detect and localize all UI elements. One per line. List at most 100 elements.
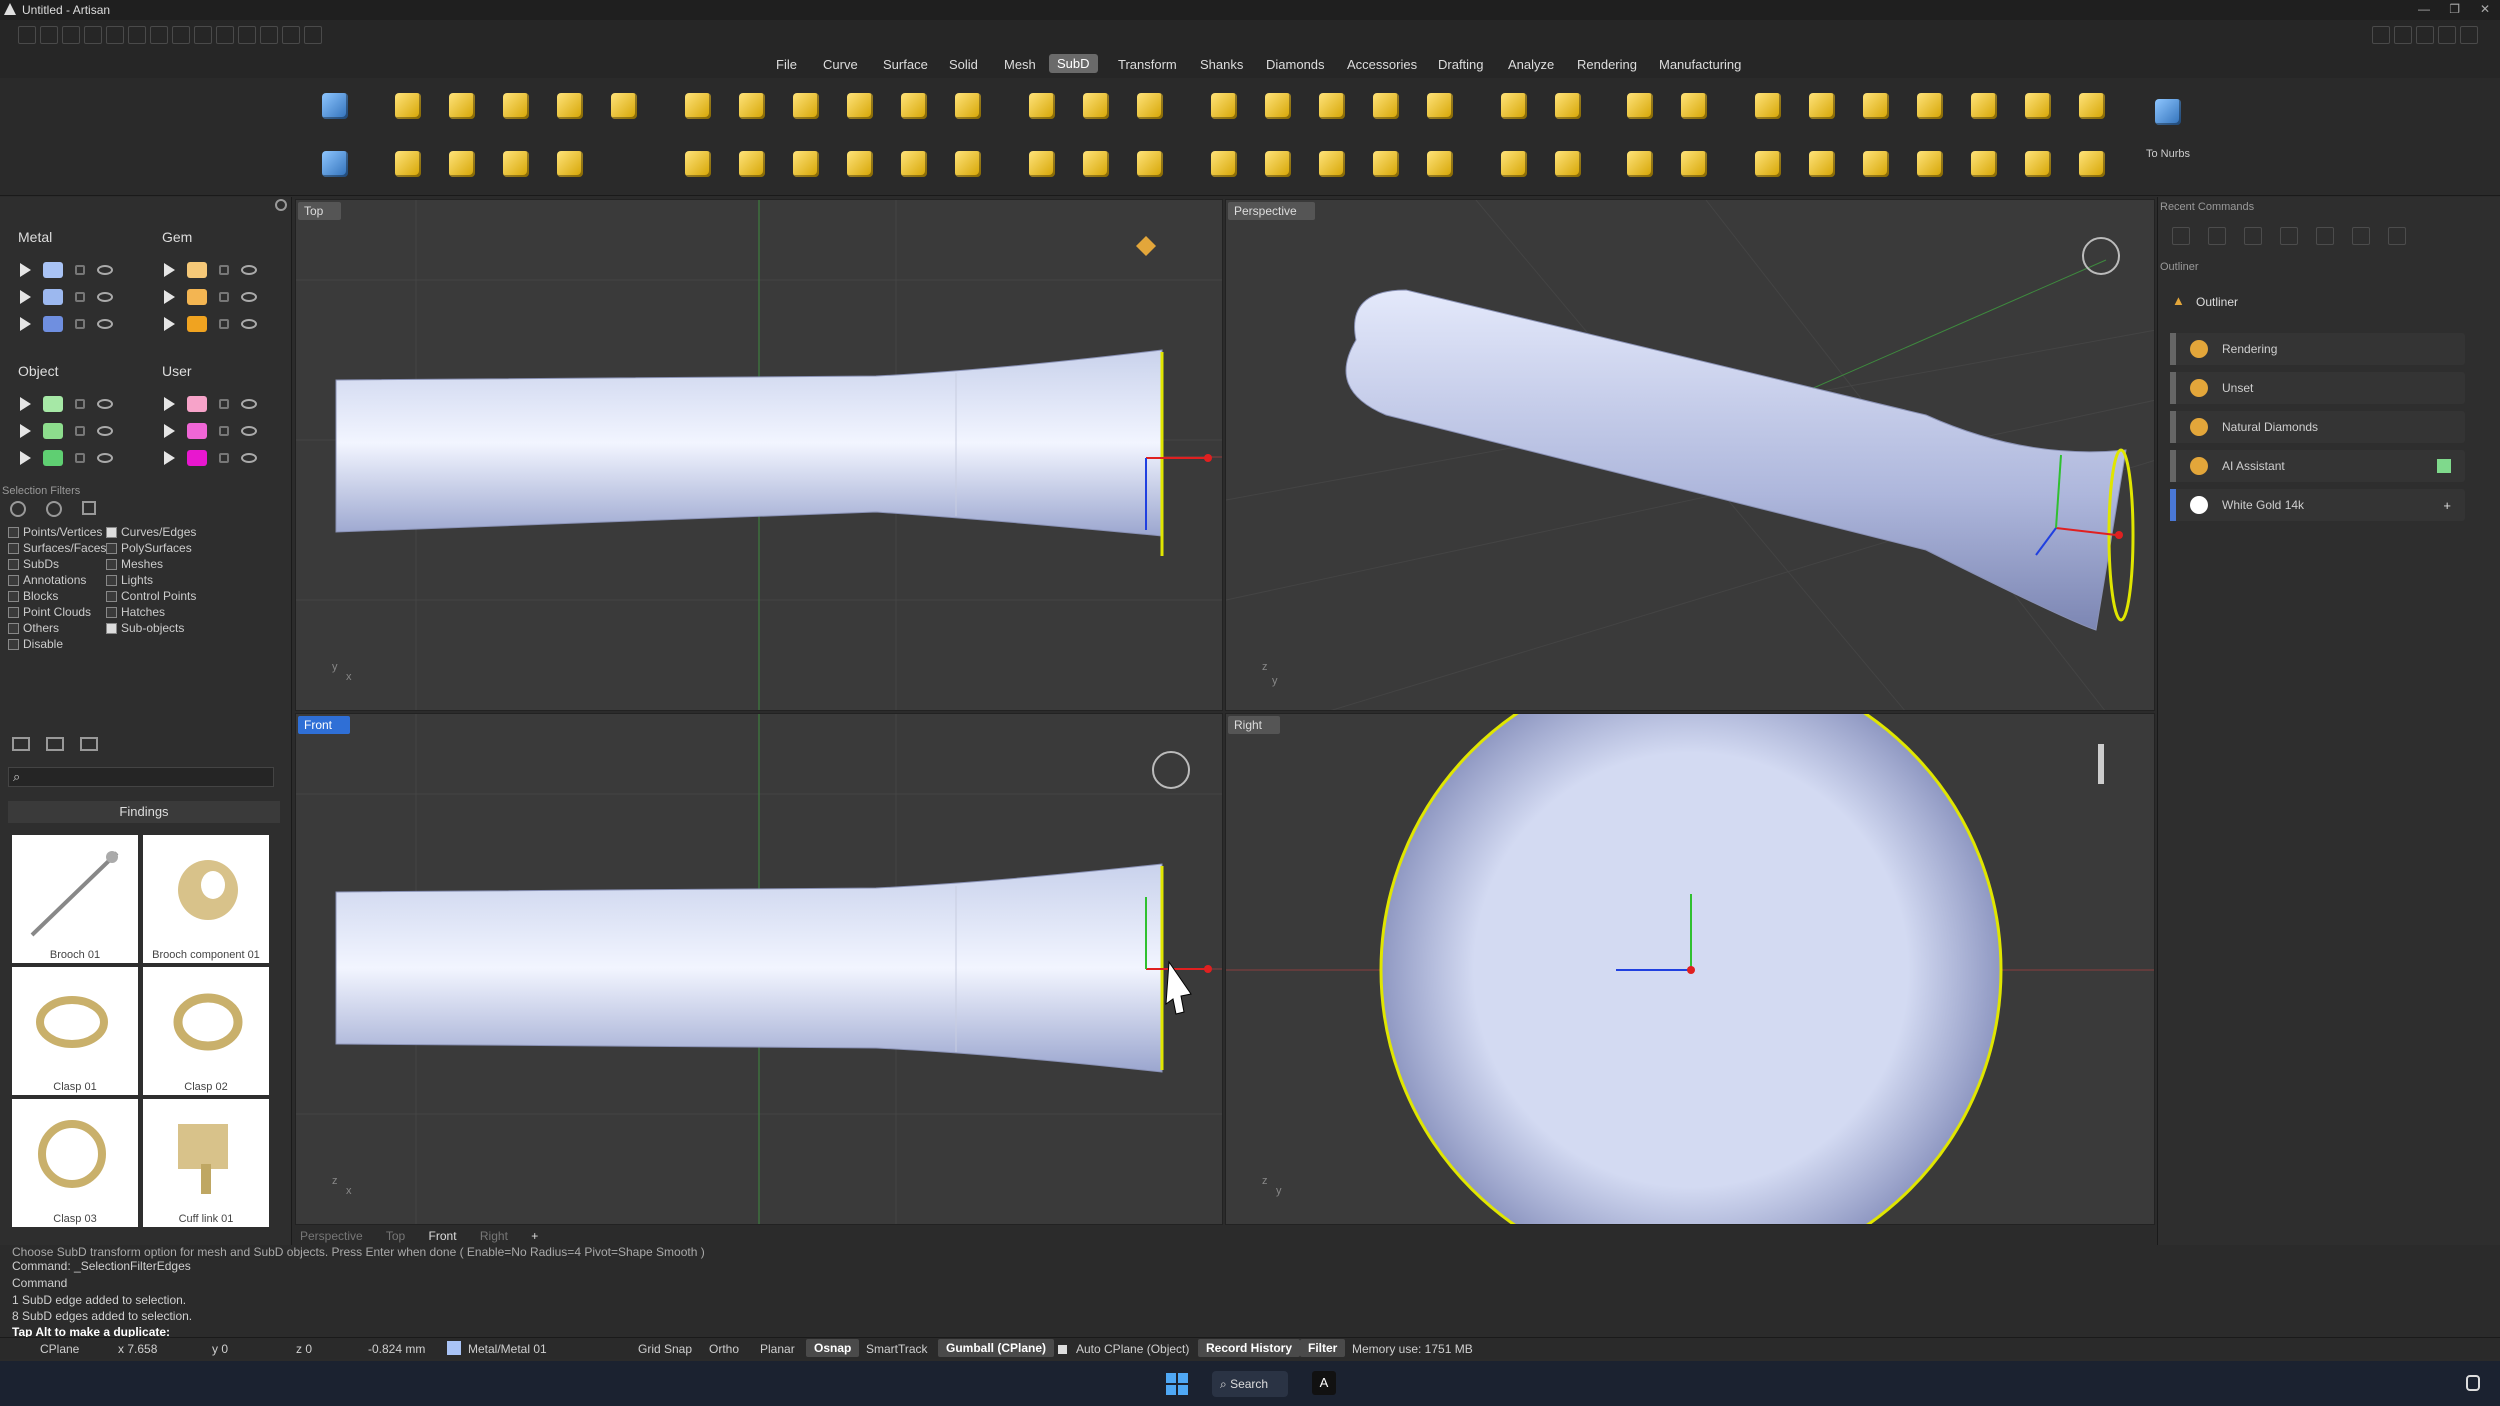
- subd-tool-button[interactable]: [1620, 144, 1660, 184]
- eye-icon[interactable]: [97, 426, 113, 436]
- play-icon[interactable]: [164, 424, 175, 438]
- subd-tool-button[interactable]: [1312, 86, 1352, 126]
- auto-cplane-checkbox[interactable]: [1058, 1345, 1067, 1354]
- filter-point-clouds[interactable]: Point Clouds: [8, 605, 91, 619]
- checkbox[interactable]: [8, 590, 19, 602]
- import-icon[interactable]: [84, 26, 102, 44]
- taskbar-search[interactable]: ⌕ Search: [1212, 1371, 1288, 1397]
- menu-solid[interactable]: Solid: [949, 57, 978, 72]
- filter-polysurfaces[interactable]: PolySurfaces: [106, 541, 192, 555]
- checkbox[interactable]: [106, 526, 117, 538]
- info-icon[interactable]: [2394, 26, 2412, 44]
- filter-blocks[interactable]: Blocks: [8, 589, 58, 603]
- library-item[interactable]: Cuff link 01: [143, 1099, 269, 1227]
- layer-color-swatch[interactable]: [187, 396, 207, 412]
- eye-icon[interactable]: [97, 453, 113, 463]
- filter-others[interactable]: Others: [8, 621, 59, 635]
- subd-tool-button[interactable]: [1312, 144, 1352, 184]
- subd-tool-button[interactable]: [1674, 86, 1714, 126]
- layer-color-swatch[interactable]: [43, 450, 63, 466]
- subd-tool-button[interactable]: [1366, 86, 1406, 126]
- menu-manufacturing[interactable]: Manufacturing: [1659, 57, 1741, 72]
- export-icon[interactable]: [194, 26, 212, 44]
- status-cplane[interactable]: CPlane: [40, 1342, 79, 1356]
- layer-row[interactable]: [164, 313, 257, 335]
- tool-icon[interactable]: [216, 26, 234, 44]
- tool-icon[interactable]: [282, 26, 300, 44]
- viewport-top[interactable]: Top yx: [295, 199, 1223, 711]
- subd-tool-button[interactable]: [678, 86, 718, 126]
- filter-points-vertices[interactable]: Points/Vertices: [8, 525, 102, 539]
- redo-icon[interactable]: [128, 26, 146, 44]
- viewport-right[interactable]: Right zy: [1225, 713, 2155, 1225]
- subd-tool-button[interactable]: [1076, 144, 1116, 184]
- subd-tool-button[interactable]: [1964, 86, 2004, 126]
- layer-row[interactable]: [20, 393, 113, 415]
- layer-color-swatch[interactable]: [43, 262, 63, 278]
- layer-color-swatch[interactable]: [447, 1341, 461, 1355]
- menu-curve[interactable]: Curve: [823, 57, 858, 72]
- panel-settings-icon[interactable]: [275, 199, 287, 211]
- subd-tool-button[interactable]: [496, 86, 536, 126]
- lock-icon[interactable]: [75, 426, 85, 436]
- filter-reset-icon[interactable]: [10, 501, 26, 517]
- eye-icon[interactable]: [97, 292, 113, 302]
- checkbox[interactable]: [106, 606, 117, 618]
- subd-tool-button[interactable]: [1748, 144, 1788, 184]
- subd-tool-button[interactable]: [732, 86, 772, 126]
- library-item[interactable]: Clasp 03: [12, 1099, 138, 1227]
- layer-color-swatch[interactable]: [43, 289, 63, 305]
- open-icon[interactable]: [62, 26, 80, 44]
- checkbox[interactable]: [8, 526, 19, 538]
- layer-row[interactable]: [20, 286, 113, 308]
- filter-curves-edges[interactable]: Curves/Edges: [106, 525, 196, 539]
- subd-tool-button[interactable]: [550, 144, 590, 184]
- play-icon[interactable]: [164, 397, 175, 411]
- cloud-icon[interactable]: [2416, 26, 2434, 44]
- subd-tool-button[interactable]: [1494, 86, 1534, 126]
- layer-row[interactable]: [164, 259, 257, 281]
- play-icon[interactable]: [20, 317, 31, 331]
- subd-tool-button[interactable]: [840, 144, 880, 184]
- windows-start-icon[interactable]: [1166, 1373, 1188, 1395]
- recent-command-icon[interactable]: [2388, 227, 2406, 245]
- subd-tool-button[interactable]: [948, 144, 988, 184]
- viewport-front[interactable]: Front zx: [295, 713, 1223, 1225]
- library-item[interactable]: Clasp 01: [12, 967, 138, 1095]
- subd-tool-button[interactable]: [1802, 144, 1842, 184]
- subd-tool-button[interactable]: [2072, 144, 2112, 184]
- subd-tool-button[interactable]: [1130, 144, 1170, 184]
- layer-color-swatch[interactable]: [187, 289, 207, 305]
- play-icon[interactable]: [164, 290, 175, 304]
- filter-annotations[interactable]: Annotations: [8, 573, 86, 587]
- checkbox[interactable]: [106, 622, 117, 634]
- filter-subds[interactable]: SubDs: [8, 557, 59, 571]
- subd-tool-button[interactable]: [1420, 144, 1460, 184]
- subd-tool-button[interactable]: [496, 144, 536, 184]
- checkbox[interactable]: [106, 590, 117, 602]
- eye-icon[interactable]: [241, 399, 257, 409]
- recent-command-icon[interactable]: [2280, 227, 2298, 245]
- checkbox[interactable]: [8, 638, 19, 650]
- record-history-toggle[interactable]: Record History: [1198, 1339, 1301, 1357]
- eye-icon[interactable]: [241, 265, 257, 275]
- subd-tool-button[interactable]: [315, 144, 355, 184]
- filter-sub-objects[interactable]: Sub-objects: [106, 621, 184, 635]
- view-tab-perspective[interactable]: Perspective: [300, 1229, 363, 1243]
- layer-row[interactable]: [164, 420, 257, 442]
- menu-file[interactable]: File: [776, 57, 797, 72]
- filter-surfaces-faces[interactable]: Surfaces/Faces: [8, 541, 106, 555]
- menu-accessories[interactable]: Accessories: [1347, 57, 1417, 72]
- play-icon[interactable]: [164, 263, 175, 277]
- filter-lights[interactable]: Lights: [106, 573, 153, 587]
- add-view-tab-icon[interactable]: +: [531, 1229, 538, 1243]
- layer-row[interactable]: [164, 286, 257, 308]
- subd-tool-button[interactable]: [1204, 144, 1244, 184]
- outliner-item-ai-assistant[interactable]: AI Assistant: [2170, 450, 2465, 482]
- tool-icon[interactable]: [260, 26, 278, 44]
- menu-subd[interactable]: SubD: [1049, 54, 1098, 73]
- subd-tool-button[interactable]: [1964, 144, 2004, 184]
- menu-rendering[interactable]: Rendering: [1577, 57, 1637, 72]
- checkbox[interactable]: [8, 558, 19, 570]
- recent-command-icon[interactable]: [2172, 227, 2190, 245]
